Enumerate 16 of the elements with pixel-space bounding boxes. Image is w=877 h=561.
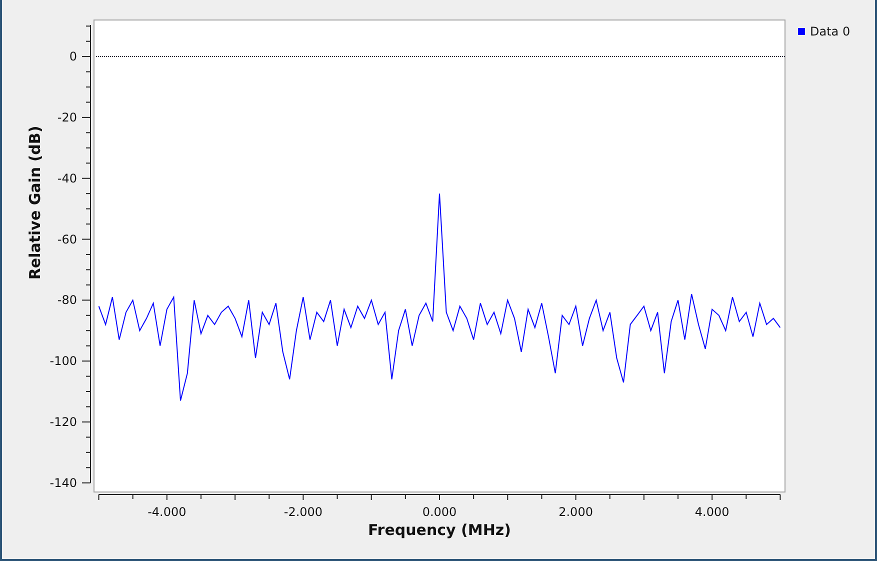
x-tick-label: 2.000 [558, 505, 593, 519]
y-axis-title: Relative Gain (dB) [26, 126, 44, 280]
y-tick-label: -120 [50, 414, 77, 429]
y-tick-label: -100 [50, 354, 77, 368]
y-tick-label: -40 [57, 171, 77, 186]
x-tick-label: -2.000 [284, 505, 323, 519]
y-tick-label: -60 [57, 232, 77, 246]
y-tick-label: 0 [69, 50, 77, 64]
x-axis-title: Frequency (MHz) [368, 521, 511, 539]
x-tick-label: -4.000 [148, 505, 186, 519]
y-tick-label: -20 [57, 110, 77, 124]
x-tick-label: 0.000 [422, 505, 457, 519]
y-tick-label: -80 [57, 293, 77, 308]
legend-label: Data 0 [810, 24, 850, 38]
x-tick-label: 4.000 [694, 505, 730, 519]
y-tick-label: -140 [50, 476, 77, 490]
